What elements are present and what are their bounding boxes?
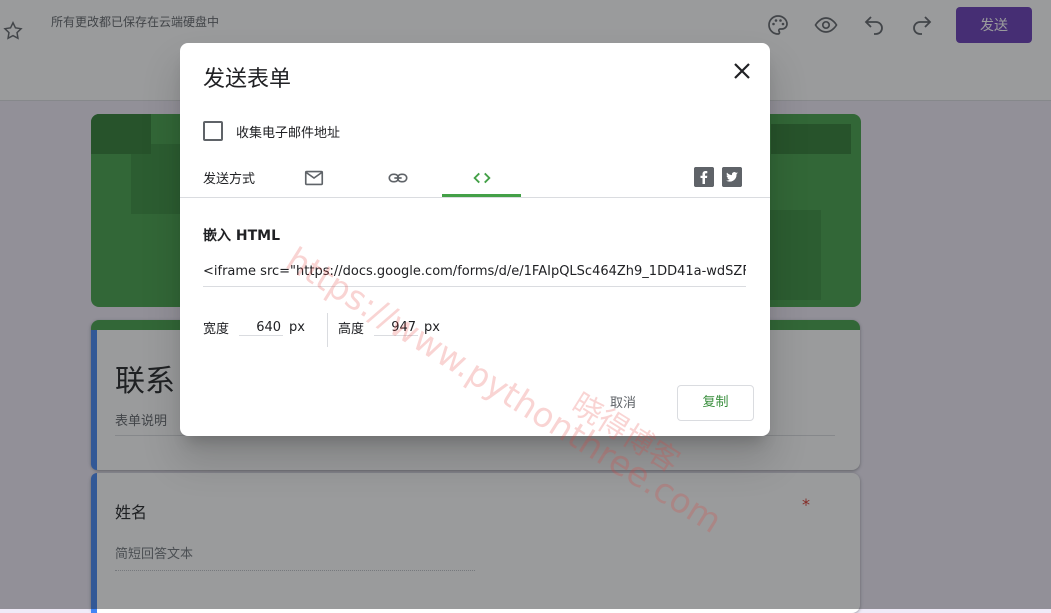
mail-icon [304, 170, 323, 186]
close-icon[interactable] [730, 59, 754, 83]
twitter-icon[interactable] [722, 167, 742, 187]
height-input[interactable]: 947 [374, 320, 419, 336]
height-setting: 高度 947 px [338, 318, 440, 338]
facebook-icon[interactable] [694, 167, 714, 187]
copy-button[interactable]: 复制 [677, 385, 754, 421]
link-icon [387, 173, 408, 183]
send-form-dialog: 发送表单 收集电子邮件地址 发送方式 嵌入 HTML <iframe src="… [180, 43, 770, 436]
send-via-label: 发送方式 [203, 172, 256, 187]
code-icon [472, 172, 491, 184]
width-unit: px [289, 320, 305, 335]
collect-email-label: 收集电子邮件地址 [236, 125, 341, 141]
width-input[interactable]: 640 [239, 320, 284, 336]
tab-embed-html[interactable] [442, 161, 521, 197]
width-label: 宽度 [203, 322, 230, 337]
embed-code-field[interactable]: <iframe src="https://docs.google.com/for… [203, 262, 746, 287]
tab-link[interactable] [358, 161, 437, 197]
cancel-button[interactable]: 取消 [610, 392, 636, 411]
height-label: 高度 [338, 322, 365, 337]
collect-email-option[interactable]: 收集电子邮件地址 [203, 121, 340, 141]
width-setting: 宽度 640 px [203, 318, 305, 338]
collect-email-checkbox[interactable] [203, 121, 223, 141]
dialog-title: 发送表单 [203, 67, 292, 92]
embed-html-label: 嵌入 HTML [203, 228, 280, 244]
tab-email[interactable] [274, 161, 353, 197]
height-unit: px [424, 320, 440, 335]
dimension-separator [327, 313, 328, 347]
dialog-divider [180, 197, 770, 198]
